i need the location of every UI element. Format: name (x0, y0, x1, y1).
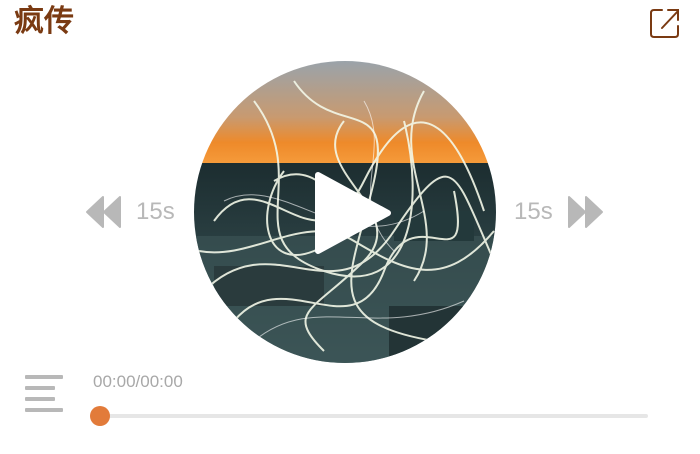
time-display: 00:00/00:00 (93, 372, 183, 391)
play-button[interactable] (300, 163, 400, 263)
fast-forward-icon (567, 196, 603, 228)
play-icon (315, 172, 391, 254)
audio-player-screen: 疯传 15s 15s 00:00/00:00 (0, 0, 700, 454)
external-link-icon (650, 9, 679, 38)
progress-thumb[interactable] (90, 406, 110, 426)
rewind-icon (86, 196, 121, 228)
progress-bar[interactable] (100, 414, 648, 418)
share-button[interactable] (648, 6, 682, 40)
skip-forward-label: 15s (514, 198, 553, 225)
skip-back-label: 15s (136, 198, 175, 225)
skip-forward-button[interactable]: 15s (514, 192, 605, 232)
skip-back-button[interactable]: 15s (84, 192, 175, 232)
page-title: 疯传 (14, 4, 74, 39)
playlist-icon (25, 375, 63, 412)
playlist-button[interactable] (22, 372, 66, 416)
